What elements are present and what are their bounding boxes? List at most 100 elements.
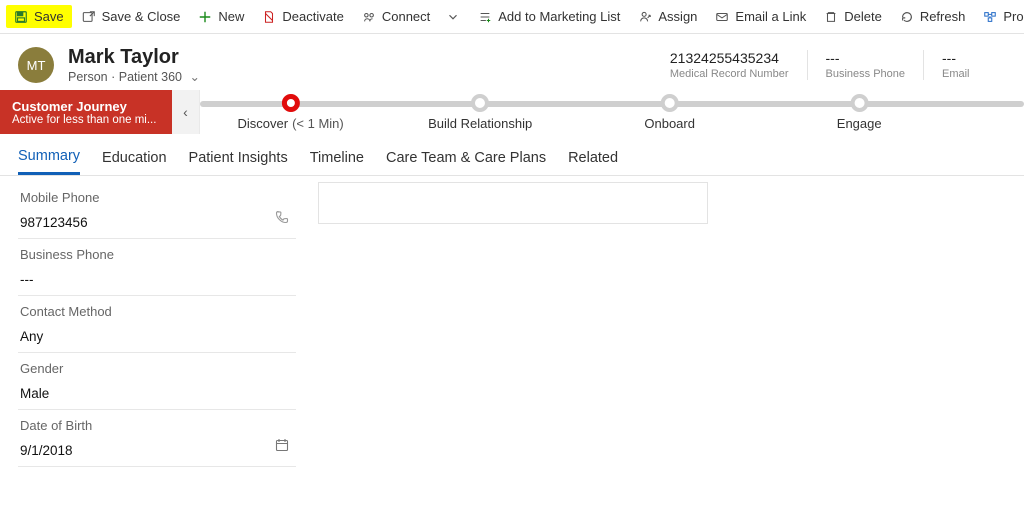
new-button[interactable]: New <box>190 5 252 28</box>
stage-engage[interactable]: Engage <box>837 90 882 131</box>
deactivate-button[interactable]: Deactivate <box>254 5 351 28</box>
process-stages: Discover (< 1 Min) Build Relationship On… <box>200 90 1024 134</box>
process-button[interactable]: Process <box>975 5 1024 28</box>
save-button[interactable]: Save <box>6 5 72 28</box>
tab-label: Education <box>102 150 167 166</box>
form-selector[interactable]: Patient 360 ⌄ <box>119 70 200 84</box>
field-value: --- <box>20 272 294 287</box>
stage-label: Build Relationship <box>428 116 532 131</box>
record-name: Mark Taylor <box>68 46 200 69</box>
tab-patient-insights[interactable]: Patient Insights <box>189 144 288 174</box>
divider <box>807 50 808 80</box>
process-back-button[interactable]: ‹ <box>172 90 200 134</box>
field-mobile-phone[interactable]: Mobile Phone 987123456 <box>18 182 296 239</box>
field-label: Contact Method <box>20 304 294 319</box>
email-link-label: Email a Link <box>735 9 806 24</box>
connect-chevron[interactable] <box>440 6 466 28</box>
header-field-value: --- <box>942 50 956 66</box>
field-value: Male <box>20 386 294 401</box>
record-header: MT Mark Taylor Person · Patient 360 ⌄ 21… <box>0 34 1024 90</box>
stage-dot-icon <box>471 94 489 112</box>
business-process-flow: Customer Journey Active for less than on… <box>0 90 1024 134</box>
field-label: Date of Birth <box>20 418 294 433</box>
field-label: Mobile Phone <box>20 190 294 205</box>
dot: · <box>111 70 119 84</box>
stage-onboard[interactable]: Onboard <box>644 90 695 131</box>
delete-label: Delete <box>844 9 882 24</box>
add-marketing-button[interactable]: Add to Marketing List <box>470 5 628 28</box>
chevron-left-icon: ‹ <box>183 104 188 120</box>
summary-middle-column <box>318 182 708 505</box>
form-body: Mobile Phone 987123456 Business Phone --… <box>0 176 1024 511</box>
assign-label: Assign <box>658 9 697 24</box>
connect-label: Connect <box>382 9 430 24</box>
stage-label: Discover <box>238 116 289 131</box>
refresh-button[interactable]: Refresh <box>892 5 974 28</box>
email-icon <box>715 10 729 24</box>
tab-bar: Summary Education Patient Insights Timel… <box>0 134 1024 176</box>
chevron-down-icon: ⌄ <box>189 70 199 84</box>
tab-label: Care Team & Care Plans <box>386 150 546 166</box>
field-date-of-birth[interactable]: Date of Birth 9/1/2018 <box>18 410 296 467</box>
field-business-phone[interactable]: Business Phone --- <box>18 239 296 296</box>
marketing-list-icon <box>478 10 492 24</box>
process-icon <box>983 10 997 24</box>
header-field-bphone[interactable]: --- Business Phone <box>826 50 906 80</box>
tab-timeline[interactable]: Timeline <box>310 144 364 174</box>
field-gender[interactable]: Gender Male <box>18 353 296 410</box>
command-bar: Save Save & Close New Deactivate Connect <box>0 0 1024 34</box>
record-title-block: Mark Taylor Person · Patient 360 ⌄ <box>68 46 200 84</box>
header-field-label: Medical Record Number <box>670 68 789 80</box>
tab-related[interactable]: Related <box>568 144 618 174</box>
save-close-icon <box>82 10 96 24</box>
header-field-email[interactable]: --- Email <box>942 50 1002 80</box>
delete-button[interactable]: Delete <box>816 5 890 28</box>
header-field-label: Email <box>942 68 970 80</box>
refresh-label: Refresh <box>920 9 966 24</box>
record-form: Patient 360 <box>119 70 182 84</box>
assign-button[interactable]: Assign <box>630 5 705 28</box>
tab-summary[interactable]: Summary <box>18 142 80 175</box>
tab-label: Summary <box>18 148 80 164</box>
field-label: Business Phone <box>20 247 294 262</box>
tab-education[interactable]: Education <box>102 144 167 174</box>
stage-time: (< 1 Min) <box>292 116 344 131</box>
summary-right-column <box>730 182 1006 505</box>
connect-button[interactable]: Connect <box>354 5 438 28</box>
phone-icon[interactable] <box>274 209 290 228</box>
stage-label: Engage <box>837 116 882 131</box>
avatar: MT <box>18 47 54 83</box>
tab-label: Patient Insights <box>189 150 288 166</box>
field-value: Any <box>20 329 294 344</box>
plus-icon <box>198 10 212 24</box>
field-value: 9/1/2018 <box>20 443 294 458</box>
trash-icon <box>824 10 838 24</box>
summary-left-column: Mobile Phone 987123456 Business Phone --… <box>18 182 296 505</box>
assign-icon <box>638 10 652 24</box>
header-field-label: Business Phone <box>826 68 906 80</box>
header-field-mrn[interactable]: 21324255435234 Medical Record Number <box>670 50 789 80</box>
process-header[interactable]: Customer Journey Active for less than on… <box>0 90 172 134</box>
deactivate-icon <box>262 10 276 24</box>
refresh-icon <box>900 10 914 24</box>
stage-discover[interactable]: Discover (< 1 Min) <box>238 90 344 131</box>
timeline-card[interactable] <box>318 182 708 224</box>
tab-care-team[interactable]: Care Team & Care Plans <box>386 144 546 174</box>
email-link-button[interactable]: Email a Link <box>707 5 814 28</box>
chevron-down-icon <box>446 10 460 24</box>
header-field-value: --- <box>826 50 840 66</box>
calendar-icon[interactable] <box>274 437 290 456</box>
connect-icon <box>362 10 376 24</box>
stage-label: Onboard <box>644 116 695 131</box>
save-close-button[interactable]: Save & Close <box>74 5 189 28</box>
stage-build-relationship[interactable]: Build Relationship <box>428 90 532 131</box>
process-label: Process <box>1003 9 1024 24</box>
avatar-initials: MT <box>27 58 46 73</box>
field-label: Gender <box>20 361 294 376</box>
field-contact-method[interactable]: Contact Method Any <box>18 296 296 353</box>
stage-dot-icon <box>850 94 868 112</box>
save-label: Save <box>34 9 64 24</box>
header-field-value: 21324255435234 <box>670 50 779 66</box>
stage-dot-icon <box>282 94 300 112</box>
divider <box>923 50 924 80</box>
